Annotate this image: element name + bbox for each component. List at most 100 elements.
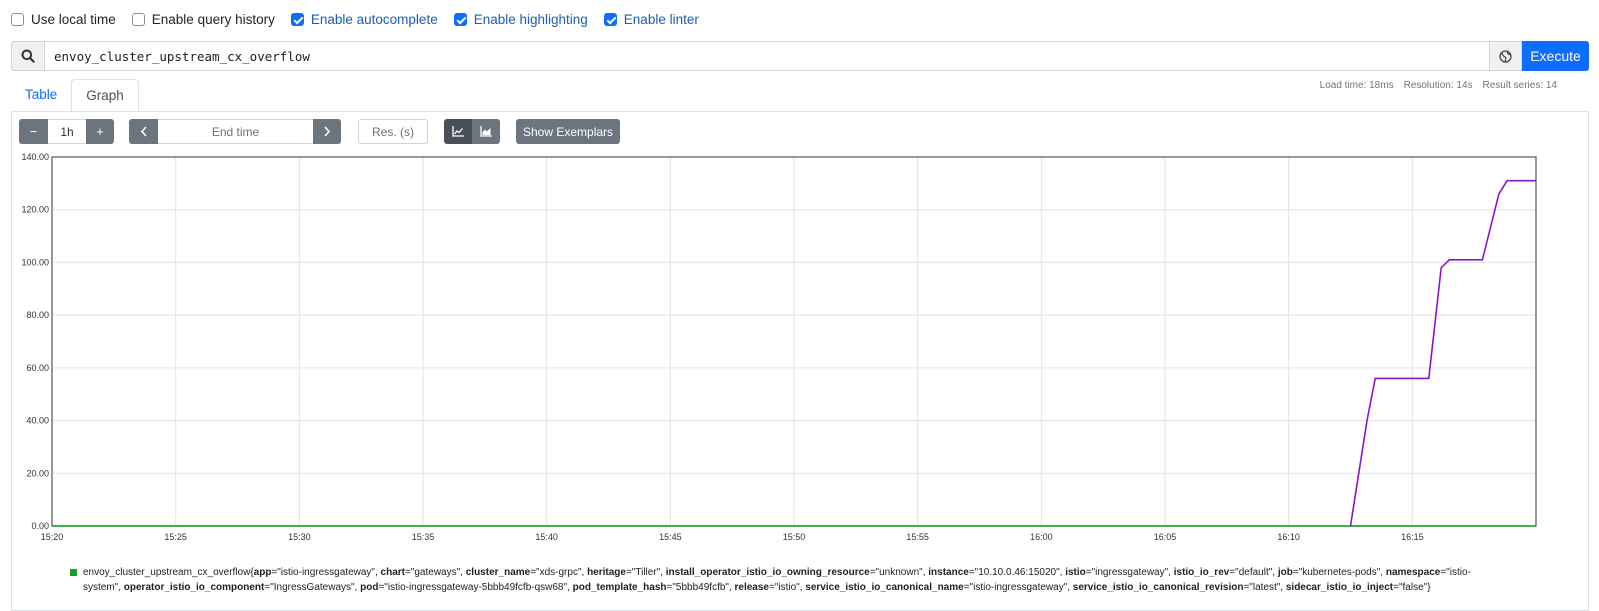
legend-series-label[interactable]: envoy_cluster_upstream_cx_overflow{app="… <box>83 565 1490 595</box>
x-tick-label: 16:10 <box>1277 532 1300 542</box>
chevron-left-icon <box>140 126 147 137</box>
x-tick-label: 15:45 <box>659 532 682 542</box>
label-key: heritage <box>587 567 626 578</box>
label-key: chart <box>380 567 405 578</box>
x-tick-label: 15:20 <box>41 532 64 542</box>
label-key: sidecar_istio_io_inject <box>1285 582 1394 593</box>
tab-table[interactable]: Table <box>11 79 71 112</box>
tab-graph[interactable]: Graph <box>71 79 139 112</box>
metrics-explorer-globe-icon[interactable] <box>1490 41 1522 71</box>
label-key: service_istio_io_canonical_revision <box>1072 582 1244 593</box>
search-icon <box>11 41 44 71</box>
label-key: namespace <box>1385 567 1441 578</box>
y-tick-label: 60.00 <box>26 363 49 373</box>
label-key: instance <box>928 567 969 578</box>
y-tick-label: 20.00 <box>26 468 49 478</box>
label-value: ="false" <box>1393 582 1428 593</box>
enable-linter-checkbox[interactable]: Enable linter <box>603 11 699 27</box>
label-value: ="latest", <box>1243 582 1286 593</box>
label-value: ="xds-grpc", <box>530 567 588 578</box>
end-time-input[interactable]: End time <box>158 119 313 144</box>
y-tick-label: 100.00 <box>21 257 49 267</box>
execute-button[interactable]: Execute <box>1522 41 1589 71</box>
label-value: ="istio-ingressgateway", <box>271 567 381 578</box>
decrease-range-button[interactable]: − <box>19 119 48 144</box>
label-key: istio <box>1065 567 1086 578</box>
label-value: ="5bbb49fcfb", <box>666 582 735 593</box>
resolution-input[interactable]: Res. (s) <box>358 119 428 144</box>
checkbox-box[interactable] <box>131 12 145 26</box>
panel-tabs: Table Graph <box>11 79 139 112</box>
label-value: ="istio-ingressgateway-5bbb49fcfb-qsw68"… <box>378 582 573 593</box>
line-chart-icon <box>452 126 464 137</box>
x-tick-label: 15:35 <box>412 532 435 542</box>
enable-highlighting-checkbox[interactable]: Enable highlighting <box>453 11 588 27</box>
resolution: Resolution: 14s <box>1403 80 1473 91</box>
checkbox-label: Use local time <box>31 11 116 27</box>
label-key: pod <box>360 582 379 593</box>
y-tick-label: 40.00 <box>26 416 49 426</box>
x-tick-label: 16:00 <box>1030 532 1053 542</box>
label-value: ="IngressGateways", <box>264 582 361 593</box>
previous-time-button[interactable] <box>129 119 158 144</box>
increase-range-button[interactable]: + <box>86 119 114 144</box>
range-input[interactable]: 1h <box>48 119 86 144</box>
y-tick-label: 80.00 <box>26 310 49 320</box>
expression-bar: Execute <box>11 41 1589 71</box>
label-value: ="default", <box>1229 567 1278 578</box>
x-tick-label: 15:40 <box>535 532 558 542</box>
label-key: install_operator_istio_io_owning_resourc… <box>665 567 870 578</box>
checkbox-label: Enable linter <box>623 11 699 27</box>
x-tick-label: 15:50 <box>783 532 806 542</box>
checkbox-label: Enable autocomplete <box>310 11 438 27</box>
label-key: job <box>1277 567 1293 578</box>
series-color-swatch <box>70 569 77 576</box>
checkbox-label: Enable highlighting <box>473 11 588 27</box>
checkbox-box[interactable] <box>290 12 304 26</box>
x-tick-label: 16:05 <box>1154 532 1177 542</box>
label-value: ="Tiller", <box>625 567 666 578</box>
label-value: ="istio", <box>769 582 806 593</box>
y-tick-label: 120.00 <box>21 205 49 215</box>
label-value: ="10.10.0.46:15020", <box>968 567 1066 578</box>
label-value: ="kubernetes-pods", <box>1292 567 1386 578</box>
checkbox-box[interactable] <box>603 12 617 26</box>
legend-metric-name: envoy_cluster_upstream_cx_overflow <box>83 567 251 578</box>
x-tick-label: 16:15 <box>1401 532 1424 542</box>
expression-input[interactable] <box>44 41 1490 71</box>
label-key: service_istio_io_canonical_name <box>805 582 964 593</box>
label-key: cluster_name <box>465 567 531 578</box>
x-tick-label: 15:25 <box>164 532 187 542</box>
label-value: ="istio-ingressgateway", <box>963 582 1073 593</box>
query-options: Use local time Enable query history Enab… <box>11 10 715 28</box>
use-local-time-checkbox[interactable]: Use local time <box>11 12 116 27</box>
label-key: app <box>253 567 272 578</box>
checkbox-box[interactable] <box>11 12 24 26</box>
checkbox-box[interactable] <box>453 12 467 26</box>
y-tick-label: 0.00 <box>31 521 49 531</box>
label-value: ="unknown", <box>869 567 929 578</box>
area-chart-icon <box>480 126 492 137</box>
label-key: pod_template_hash <box>572 582 667 593</box>
show-exemplars-button[interactable]: Show Exemplars <box>516 119 621 144</box>
graph-controls: − 1h + End time Res. (s) Show Exemplars <box>19 119 621 144</box>
label-value: ="ingressgateway", <box>1085 567 1174 578</box>
checkbox-label: Enable query history <box>151 11 275 27</box>
label-key: release <box>734 582 769 593</box>
enable-query-history-checkbox[interactable]: Enable query history <box>131 11 275 27</box>
result-series: Result series: 14 <box>1482 80 1557 91</box>
stacked-area-button[interactable] <box>472 119 500 144</box>
unstacked-line-button[interactable] <box>444 119 472 144</box>
label-value: ="gateways", <box>404 567 466 578</box>
y-tick-label: 140.00 <box>21 152 49 162</box>
graph-legend[interactable]: envoy_cluster_upstream_cx_overflow{app="… <box>70 565 1490 595</box>
next-time-button[interactable] <box>313 119 341 144</box>
chevron-right-icon <box>324 126 331 137</box>
enable-autocomplete-checkbox[interactable]: Enable autocomplete <box>290 11 438 27</box>
x-tick-label: 15:55 <box>906 532 929 542</box>
load-time: Load time: 18ms <box>1319 80 1394 91</box>
graph-chart[interactable]: 0.00 20.00 40.00 60.00 80.00 100.00 120.00 140.… <box>0 150 1599 545</box>
query-stats: Load time: 18ms Resolution: 14s Result s… <box>1310 80 1557 91</box>
x-tick-label: 15:30 <box>288 532 311 542</box>
label-key: istio_io_rev <box>1173 567 1230 578</box>
